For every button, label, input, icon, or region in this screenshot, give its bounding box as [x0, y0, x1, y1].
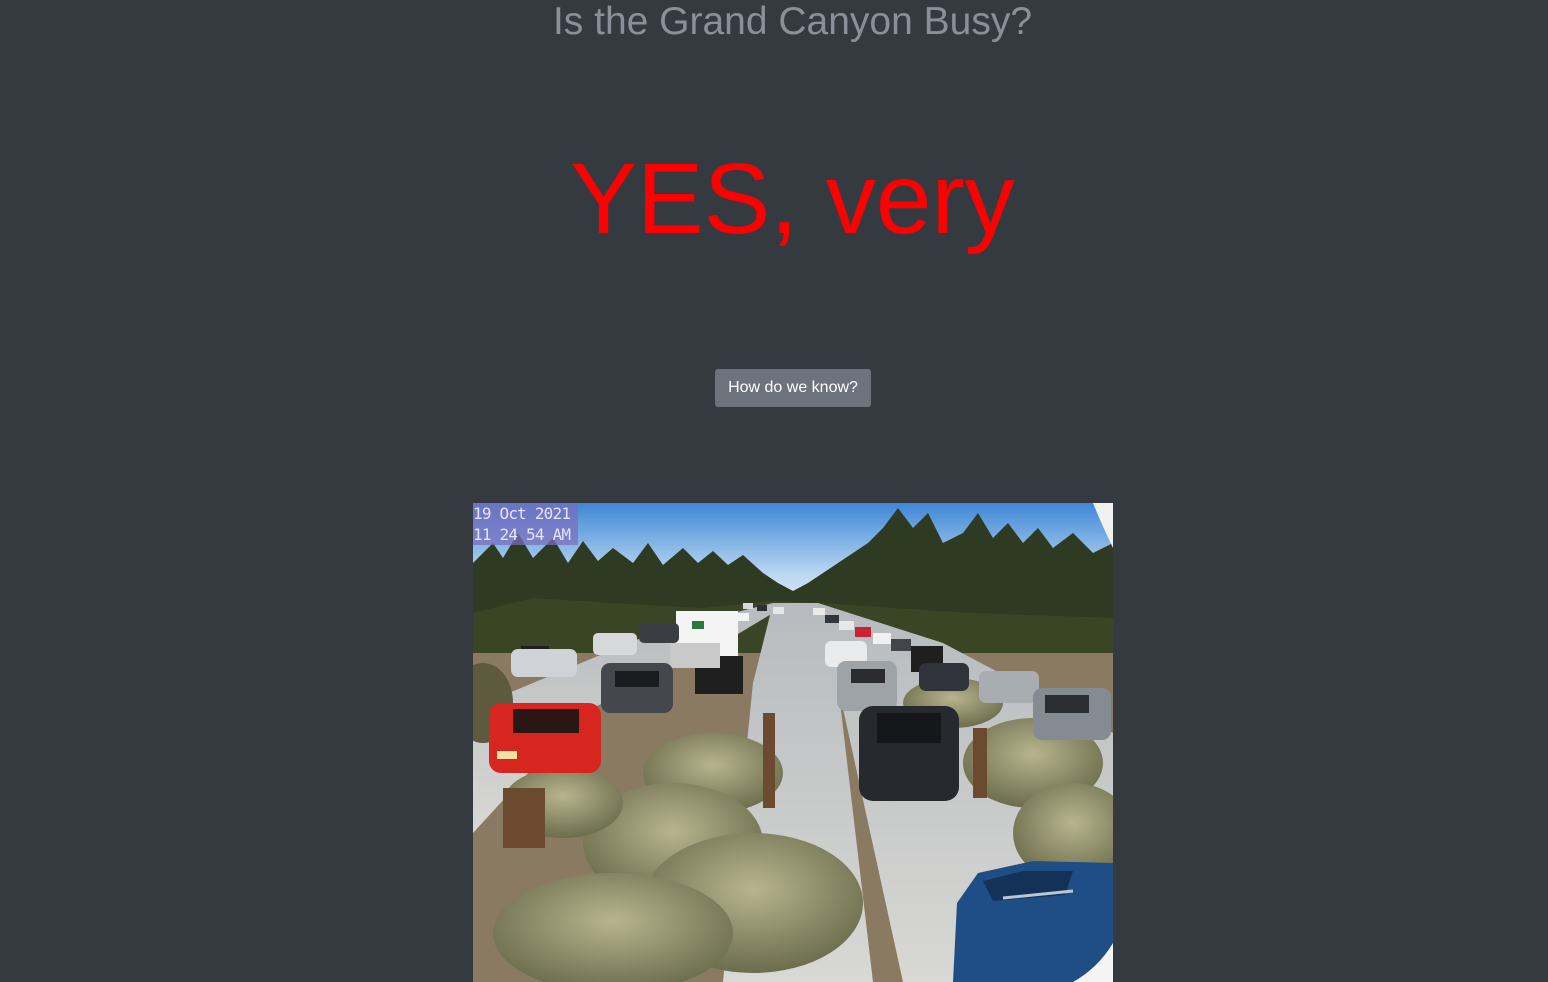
webcam-timestamp: 19 Oct 2021 11 24 54 AM: [473, 503, 578, 545]
webcam-date: 19 Oct 2021: [473, 504, 571, 523]
webcam-image: 19 Oct 2021 11 24 54 AM: [473, 503, 1113, 982]
busy-status: YES, very: [570, 143, 1015, 255]
webcam-time: 11 24 54 AM: [473, 525, 571, 544]
page-title: Is the Grand Canyon Busy?: [552, 0, 1033, 43]
webcam-scene: [473, 503, 1113, 982]
page: Is the Grand Canyon Busy? YES, very How …: [0, 0, 1548, 982]
how-do-we-know-button[interactable]: How do we know?: [715, 369, 871, 407]
